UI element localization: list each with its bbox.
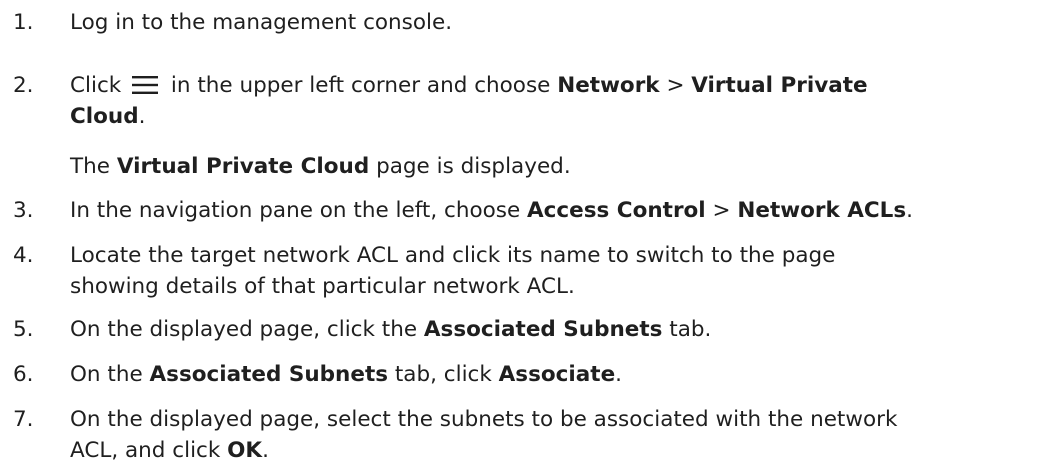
step-text-line-2: showing details of that particular netwo… — [70, 274, 575, 299]
step-text-line-1: On the displayed page, select the subnet… — [70, 407, 898, 432]
step-number: 5. — [13, 317, 34, 342]
step-2-note: The Virtual Private Cloud page is displa… — [70, 154, 571, 179]
step-number: 7. — [13, 407, 34, 432]
step-text: Log in to the management console. — [70, 10, 453, 35]
step-number: 4. — [13, 243, 34, 268]
step-number: 3. — [13, 198, 34, 223]
step-text: On the Associated Subnets tab, click Ass… — [70, 362, 623, 387]
step-number: 2. — [13, 73, 34, 98]
procedure-steps: 1. Log in to the management console. 2. … — [0, 0, 1055, 470]
step-text: On the displayed page, click the Associa… — [70, 317, 712, 342]
menu-icon — [132, 73, 159, 94]
step-text-line-2: ACL, and click OK. — [70, 438, 269, 463]
step-text-line-1: Click in the upper left corner and choos… — [70, 73, 868, 98]
step-text-line-2: Cloud. — [70, 104, 146, 129]
step-text-line-1: Locate the target network ACL and click … — [70, 243, 836, 268]
step-number: 6. — [13, 362, 34, 387]
step-number: 1. — [13, 10, 34, 35]
step-text: In the navigation pane on the left, choo… — [70, 198, 914, 223]
